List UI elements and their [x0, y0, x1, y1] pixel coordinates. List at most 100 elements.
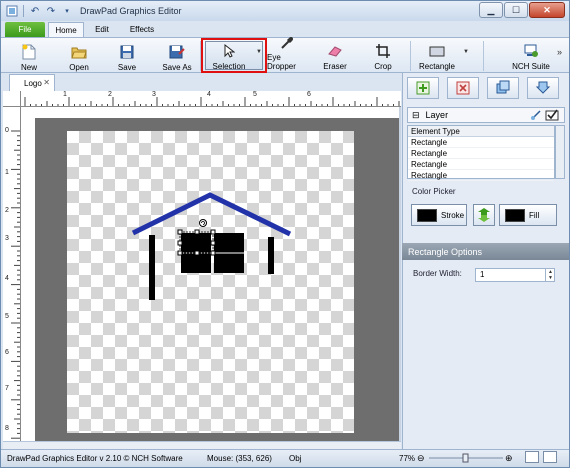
- layer-title: Layer: [425, 110, 449, 120]
- ribbon-tabs: File Home Edit Effects: [1, 21, 569, 37]
- add-layer-icon: [416, 81, 430, 95]
- ruler-label: 8: [5, 425, 9, 432]
- ruler-label: 1: [5, 169, 9, 176]
- close-tab-icon[interactable]: ✕: [43, 78, 50, 87]
- layer-visibility-icon[interactable]: [545, 109, 559, 123]
- tab-edit[interactable]: Edit: [87, 22, 117, 37]
- ruler-label: 6: [307, 91, 311, 98]
- nch-suite-label: NCH Suite: [512, 62, 550, 71]
- app-window: ↶ ↷ ▾ DrawPad Graphics Editor ▁ ☐ ✕ File…: [0, 0, 570, 468]
- eraser-icon: [327, 43, 343, 59]
- stroke-color-button[interactable]: Stroke: [411, 204, 467, 226]
- quick-access-toolbar: ↶ ↷ ▾: [1, 4, 74, 18]
- vertical-ruler: 0 1 2 3 4 5 6 7 8: [3, 107, 21, 441]
- selection-highlight-box: [201, 38, 267, 73]
- layer-list[interactable]: Element Type Rectangle Rectangle Rectang…: [407, 125, 555, 181]
- layer-list-scrollbar[interactable]: [555, 125, 565, 179]
- tab-file[interactable]: File: [5, 22, 45, 37]
- save-as-label: Save As: [162, 63, 192, 72]
- ruler-label: 4: [5, 275, 9, 282]
- zoom-level: 77%: [399, 454, 416, 463]
- eye-dropper-label: Eye Dropper: [267, 53, 296, 71]
- layer-properties-icon[interactable]: [530, 109, 542, 123]
- fill-label: Fill: [529, 210, 540, 220]
- swap-colors-button[interactable]: [473, 204, 495, 226]
- app-icon: [5, 4, 19, 18]
- layer-row[interactable]: Rectangle: [408, 159, 554, 170]
- layer-row[interactable]: Rectangle: [408, 137, 554, 148]
- border-width-stepper[interactable]: ▲ ▼: [545, 268, 555, 282]
- save-label: Save: [117, 63, 137, 72]
- logo-drawing[interactable]: [67, 131, 354, 433]
- merge-down-button[interactable]: [527, 77, 559, 99]
- document-tab-strip: Logo ✕: [3, 73, 401, 91]
- rectangle-options-header: Rectangle Options: [402, 243, 569, 260]
- eye-dropper-button[interactable]: Eye Dropper: [267, 36, 307, 71]
- crop-button[interactable]: Crop: [367, 39, 399, 71]
- fill-swatch: [505, 208, 525, 222]
- save-as-icon: [169, 44, 185, 60]
- nch-suite-button[interactable]: NCH Suite: [509, 39, 553, 71]
- close-button[interactable]: ✕: [529, 2, 565, 18]
- open-button[interactable]: Open: [63, 40, 95, 72]
- duplicate-layer-button[interactable]: [487, 77, 519, 99]
- save-as-button[interactable]: Save As: [157, 40, 197, 72]
- full-screen-icon[interactable]: [543, 451, 557, 463]
- add-layer-button[interactable]: [407, 77, 439, 99]
- qa-separator: [23, 5, 24, 17]
- object-info: Obj: [289, 454, 302, 463]
- fill-color-button[interactable]: Fill: [499, 204, 557, 226]
- redo-icon[interactable]: ↷: [44, 4, 58, 18]
- new-button[interactable]: New: [13, 40, 45, 72]
- rectangle-shape-icon: [429, 43, 445, 59]
- shapes-dropdown-icon[interactable]: ▼: [463, 49, 469, 55]
- zoom-in-icon: ⊕: [505, 453, 513, 463]
- horizontal-ruler: 1 2 3 4 5 6: [21, 91, 401, 107]
- ruler-label: 2: [5, 207, 9, 214]
- rectangle-button[interactable]: Rectangle: [415, 39, 459, 71]
- layer-panel-header: ⊟ Layer: [407, 107, 565, 123]
- merge-down-icon: [535, 81, 551, 94]
- ruler-label: 4: [207, 91, 211, 98]
- undo-icon[interactable]: ↶: [28, 4, 42, 18]
- tab-effects[interactable]: Effects: [121, 22, 163, 37]
- ribbon-overflow-icon[interactable]: »: [557, 47, 562, 57]
- zoom-slider[interactable]: ⊖ ⊕: [417, 453, 517, 463]
- swap-arrows-icon: [478, 208, 490, 222]
- ruler-label: 7: [5, 385, 9, 392]
- open-folder-icon: [71, 44, 87, 60]
- eraser-button[interactable]: Eraser: [319, 39, 351, 71]
- document-tab-label: Logo: [24, 78, 42, 88]
- duplicate-layer-icon: [496, 80, 510, 94]
- delete-layer-button[interactable]: [447, 77, 479, 99]
- collapse-icon[interactable]: ⊟: [412, 110, 420, 121]
- border-width-input[interactable]: 1: [475, 268, 555, 282]
- ruler-label: 6: [5, 349, 9, 356]
- ruler-label: 1: [63, 91, 67, 98]
- save-disk-icon: [119, 44, 135, 60]
- stroke-label: Stroke: [441, 210, 465, 220]
- tab-home[interactable]: Home: [48, 22, 84, 37]
- minimize-button[interactable]: ▁: [479, 2, 503, 18]
- color-picker-title: Color Picker: [412, 187, 456, 196]
- layer-row[interactable]: Rectangle: [408, 148, 554, 159]
- save-button[interactable]: Save: [111, 40, 143, 72]
- ruler-label: 5: [253, 91, 257, 98]
- new-file-icon: [21, 44, 37, 60]
- eye-dropper-icon: [279, 36, 295, 50]
- fit-to-screen-icon[interactable]: [525, 451, 539, 463]
- document-tab-logo[interactable]: Logo ✕: [9, 74, 55, 91]
- nch-suite-icon: [523, 43, 539, 59]
- layer-row[interactable]: Rectangle: [408, 170, 554, 181]
- zoom-thumb: [462, 453, 469, 463]
- app-info-text: DrawPad Graphics Editor v 2.10 © NCH Sof…: [7, 454, 183, 463]
- rotate-handle-icon: [199, 219, 207, 227]
- title-bar: ↶ ↷ ▾ DrawPad Graphics Editor ▁ ☐ ✕: [1, 1, 569, 21]
- customize-qa-icon[interactable]: ▾: [60, 4, 74, 18]
- canvas-vertical-scrollbar[interactable]: [399, 107, 401, 441]
- roof-shape: [131, 192, 292, 237]
- ruler-label: 0: [5, 127, 9, 134]
- maximize-button[interactable]: ☐: [504, 2, 528, 18]
- canvas-horizontal-scrollbar[interactable]: [3, 441, 401, 449]
- ruler-corner: [3, 91, 21, 107]
